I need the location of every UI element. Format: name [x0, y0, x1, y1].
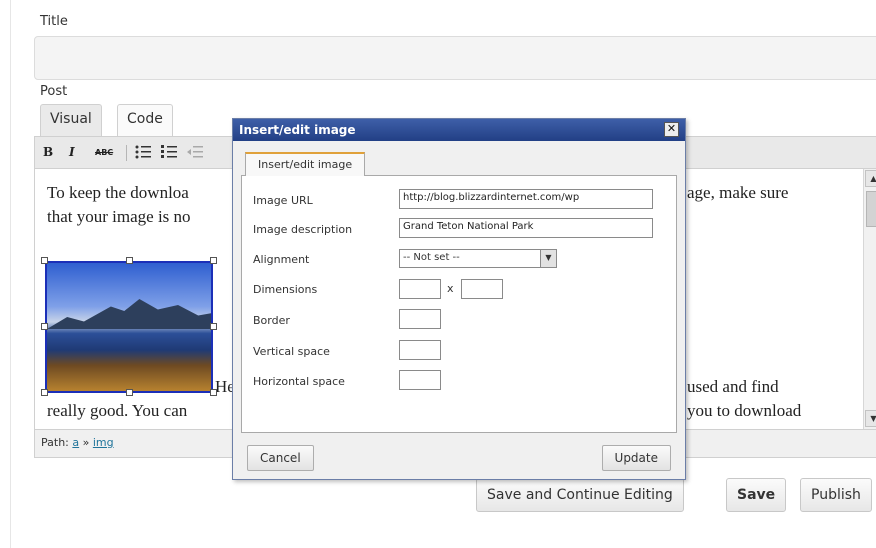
bold-icon[interactable]: B: [43, 145, 53, 159]
close-icon[interactable]: ✕: [664, 122, 679, 137]
resize-handle[interactable]: [41, 257, 48, 264]
path-label: Path:: [41, 436, 69, 449]
scroll-down-icon[interactable]: ▼: [865, 410, 876, 427]
left-border: [10, 0, 11, 548]
resize-handle[interactable]: [210, 389, 217, 396]
selected-image[interactable]: [45, 261, 213, 393]
resize-handle[interactable]: [210, 323, 217, 330]
path-crumb-a[interactable]: a: [72, 436, 79, 449]
image-description-label: Image description: [253, 223, 353, 236]
image-description-input[interactable]: Grand Teton National Park: [399, 218, 653, 238]
dialog-tab-insert-image[interactable]: Insert/edit image: [245, 152, 366, 176]
editor-text-line: you to download: [687, 401, 802, 420]
border-label: Border: [253, 314, 290, 327]
editor-text-line: age, make sure: [687, 183, 789, 202]
chevron-down-icon[interactable]: ▼: [540, 250, 556, 267]
save-button[interactable]: Save: [726, 478, 787, 512]
alignment-select[interactable]: -- Not set -- ▼: [399, 249, 557, 268]
resize-handle[interactable]: [210, 257, 217, 264]
tab-code[interactable]: Code: [117, 104, 173, 136]
path-separator: »: [82, 436, 90, 449]
dialog-titlebar[interactable]: Insert/edit image ✕: [233, 119, 685, 141]
alignment-label: Alignment: [253, 253, 310, 266]
resize-handle[interactable]: [41, 323, 48, 330]
border-input[interactable]: [399, 309, 441, 329]
editor-text-line: that your image is no: [47, 207, 191, 226]
image-url-label: Image URL: [253, 194, 313, 207]
scrollbar-thumb[interactable]: [866, 191, 876, 227]
editor-text-line: To keep the downloa: [47, 183, 189, 202]
vertical-space-input[interactable]: [399, 340, 441, 360]
resize-handle[interactable]: [41, 389, 48, 396]
cancel-button[interactable]: Cancel: [247, 445, 314, 471]
path-crumb-img[interactable]: img: [93, 436, 114, 449]
bullet-list-icon[interactable]: [135, 145, 151, 162]
outdent-icon[interactable]: [187, 145, 203, 162]
numbered-list-icon[interactable]: [161, 145, 177, 162]
horizontal-space-label: Horizontal space: [253, 375, 345, 388]
insert-image-dialog: Insert/edit image ✕ Insert/edit image Im…: [232, 118, 686, 480]
tab-visual[interactable]: Visual: [40, 104, 102, 136]
italic-icon[interactable]: I: [69, 145, 75, 159]
editor-text-line: really good. You can: [47, 401, 188, 420]
save-and-continue-button[interactable]: Save and Continue Editing: [476, 478, 684, 512]
horizontal-space-input[interactable]: [399, 370, 441, 390]
toolbar-separator: [126, 145, 127, 161]
title-input[interactable]: [34, 36, 876, 80]
update-button[interactable]: Update: [601, 445, 671, 471]
resize-handle[interactable]: [126, 257, 133, 264]
strikethrough-icon[interactable]: ABC: [95, 148, 113, 157]
dialog-title: Insert/edit image: [239, 123, 356, 137]
alignment-select-value: -- Not set --: [403, 252, 460, 263]
dialog-panel: [241, 175, 677, 433]
post-label: Post: [40, 84, 68, 99]
editor-scrollbar[interactable]: ▲ ▼: [863, 169, 876, 429]
dimensions-x: x: [447, 282, 454, 295]
width-input[interactable]: [399, 279, 441, 299]
height-input[interactable]: [461, 279, 503, 299]
editor-text-line: used and find: [687, 377, 779, 396]
mountain-shape: [47, 299, 211, 329]
title-label: Title: [40, 14, 68, 29]
image-url-input[interactable]: http://blog.blizzardinternet.com/wp: [399, 189, 653, 209]
resize-handle[interactable]: [126, 389, 133, 396]
publish-button[interactable]: Publish: [800, 478, 872, 512]
scroll-up-icon[interactable]: ▲: [865, 170, 876, 187]
vertical-space-label: Vertical space: [253, 345, 330, 358]
dimensions-label: Dimensions: [253, 283, 318, 296]
